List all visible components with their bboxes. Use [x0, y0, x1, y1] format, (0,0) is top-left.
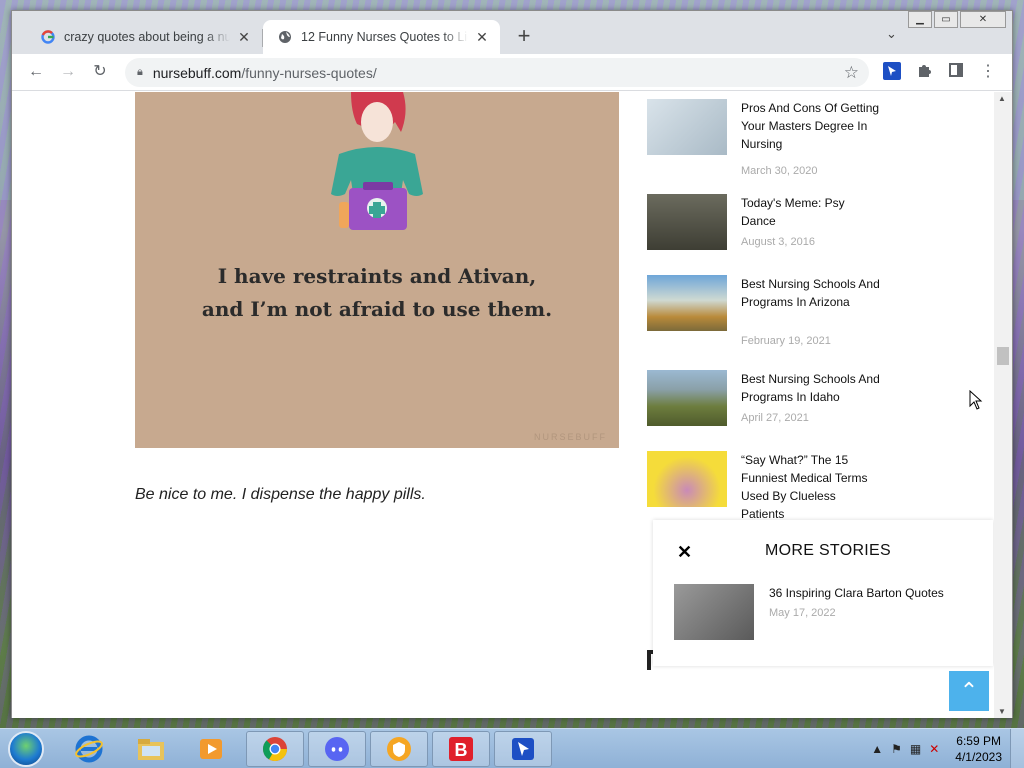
volume-muted-icon[interactable]: ✕ [929, 742, 939, 756]
section-underline-left [647, 650, 651, 670]
page-viewport: I have restraints and Ativan, and I’m no… [12, 92, 994, 718]
close-icon[interactable]: ✕ [677, 542, 692, 563]
post-thumbnail[interactable] [647, 194, 727, 250]
tab-search-chevron-icon[interactable]: ⌄ [886, 26, 897, 42]
menu-kebab-icon[interactable]: ⋮ [978, 62, 998, 82]
scroll-down-arrow-icon[interactable]: ▼ [998, 707, 1006, 716]
forward-arrow-icon[interactable]: → [58, 62, 78, 82]
browser-toolbar: ← → ↻ 🔒︎ nursebuff.com/funny-nurses-quot… [12, 54, 1012, 91]
post-date: April 27, 2021 [741, 412, 809, 424]
reload-icon[interactable]: ↻ [90, 62, 110, 82]
more-stories-popup: ✕ MORE STORIES 36 Inspiring Clara Barton… [653, 520, 993, 666]
tab-search-results[interactable]: crazy quotes about being a nurse ✕ [26, 20, 262, 54]
post-title[interactable]: Best Nursing Schools And Programs In Ida… [741, 370, 881, 406]
tab-funny-nurses-quotes[interactable]: 12 Funny Nurses Quotes to Lighten ✕ [263, 20, 500, 54]
media-player-icon[interactable] [182, 731, 240, 767]
article-caption: Be nice to me. I dispense the happy pill… [135, 486, 426, 503]
extensions-puzzle-icon[interactable] [914, 62, 934, 82]
mouse-pointer-icon [969, 390, 983, 410]
post-thumbnail[interactable] [647, 275, 727, 331]
clock-time: 6:59 PM [956, 734, 1001, 748]
extension-cursor-icon[interactable] [882, 62, 902, 82]
new-tab-button[interactable]: + [514, 25, 534, 47]
post-date: August 3, 2016 [741, 236, 816, 248]
start-button[interactable] [8, 731, 44, 767]
maximize-button[interactable]: ▭ [934, 11, 958, 28]
post-date: March 30, 2020 [741, 165, 818, 177]
network-icon[interactable]: ▦ [910, 742, 921, 756]
tab-title: 12 Funny Nurses Quotes to Lighten [301, 30, 468, 44]
post-title[interactable]: Today's Meme: Psy Dance [741, 194, 881, 230]
minimize-button[interactable]: ▁ [908, 11, 932, 28]
post-title[interactable]: Best Nursing Schools And Programs In Ari… [741, 275, 881, 311]
url-path: /funny-nurses-quotes/ [241, 64, 377, 81]
post-date: February 19, 2021 [741, 335, 831, 347]
address-bar[interactable]: 🔒︎ nursebuff.com/funny-nurses-quotes/ ☆ [125, 58, 869, 87]
bitdefender-icon[interactable]: B [432, 731, 490, 767]
image-quote-line-2: and I’m not afraid to use them. [201, 297, 553, 321]
cursor-app-icon[interactable] [494, 731, 552, 767]
side-panel-icon[interactable] [946, 62, 966, 82]
post-thumbnail[interactable] [647, 370, 727, 426]
system-tray: ▲ ⚑ ▦ ✕ 6:59 PM 4/1/2023 [867, 729, 1024, 768]
article-image: I have restraints and Ativan, and I’m no… [135, 92, 619, 448]
image-quote: I have restraints and Ativan, and I’m no… [135, 260, 619, 326]
chrome-icon[interactable] [246, 731, 304, 767]
clock-date: 4/1/2023 [955, 750, 1002, 764]
discord-icon[interactable] [308, 731, 366, 767]
lock-icon: 🔒︎ [137, 66, 143, 78]
bookmark-star-icon[interactable]: ☆ [844, 63, 859, 83]
file-explorer-icon[interactable] [122, 731, 180, 767]
taskbar: B ▲ ⚑ ▦ ✕ 6:59 PM 4/1/2023 [0, 728, 1024, 768]
post-title[interactable]: “Say What?” The 15 Funniest Medical Term… [741, 451, 881, 523]
more-stories-thumbnail[interactable] [674, 584, 754, 640]
internet-explorer-icon[interactable] [60, 731, 118, 767]
more-stories-post-date: May 17, 2022 [769, 607, 836, 619]
action-center-flag-icon[interactable]: ⚑ [891, 742, 902, 756]
more-stories-post-title[interactable]: 36 Inspiring Clara Barton Quotes [769, 586, 944, 600]
more-stories-heading: MORE STORIES [765, 542, 891, 559]
tab-close-icon[interactable]: ✕ [236, 29, 252, 46]
tab-close-icon[interactable]: ✕ [474, 29, 490, 46]
post-thumbnail[interactable] [647, 451, 727, 507]
show-desktop-button[interactable] [1010, 729, 1024, 768]
back-to-top-button[interactable]: ⌃ [949, 671, 989, 711]
window-close-button[interactable]: ✕ [960, 11, 1006, 28]
vpn-icon[interactable] [370, 731, 428, 767]
page-scrollbar[interactable]: ▲ ▼ [994, 92, 1012, 718]
nurse-illustration [331, 92, 423, 230]
google-icon [40, 29, 56, 45]
tab-strip: crazy quotes about being a nurse ✕ 12 Fu… [12, 11, 1012, 54]
window-controls: ▁ ▭ ✕ [908, 11, 1006, 28]
browser-window: crazy quotes about being a nurse ✕ 12 Fu… [11, 10, 1013, 718]
scrollbar-thumb[interactable] [997, 347, 1009, 365]
post-title[interactable]: Pros And Cons Of Getting Your Masters De… [741, 99, 881, 153]
tab-title: crazy quotes about being a nurse [64, 30, 230, 44]
url-host: nursebuff.com [152, 64, 242, 81]
back-arrow-icon[interactable]: ← [26, 62, 46, 82]
post-thumbnail[interactable] [647, 99, 727, 155]
svg-text:B: B [455, 740, 468, 760]
tray-expand-icon[interactable]: ▲ [871, 742, 883, 756]
clock[interactable]: 6:59 PM 4/1/2023 [955, 733, 1002, 765]
image-watermark: NURSEBUFF [533, 432, 607, 442]
globe-icon [277, 29, 293, 45]
scroll-up-arrow-icon[interactable]: ▲ [998, 94, 1006, 103]
image-quote-line-1: I have restraints and Ativan, [217, 264, 537, 288]
